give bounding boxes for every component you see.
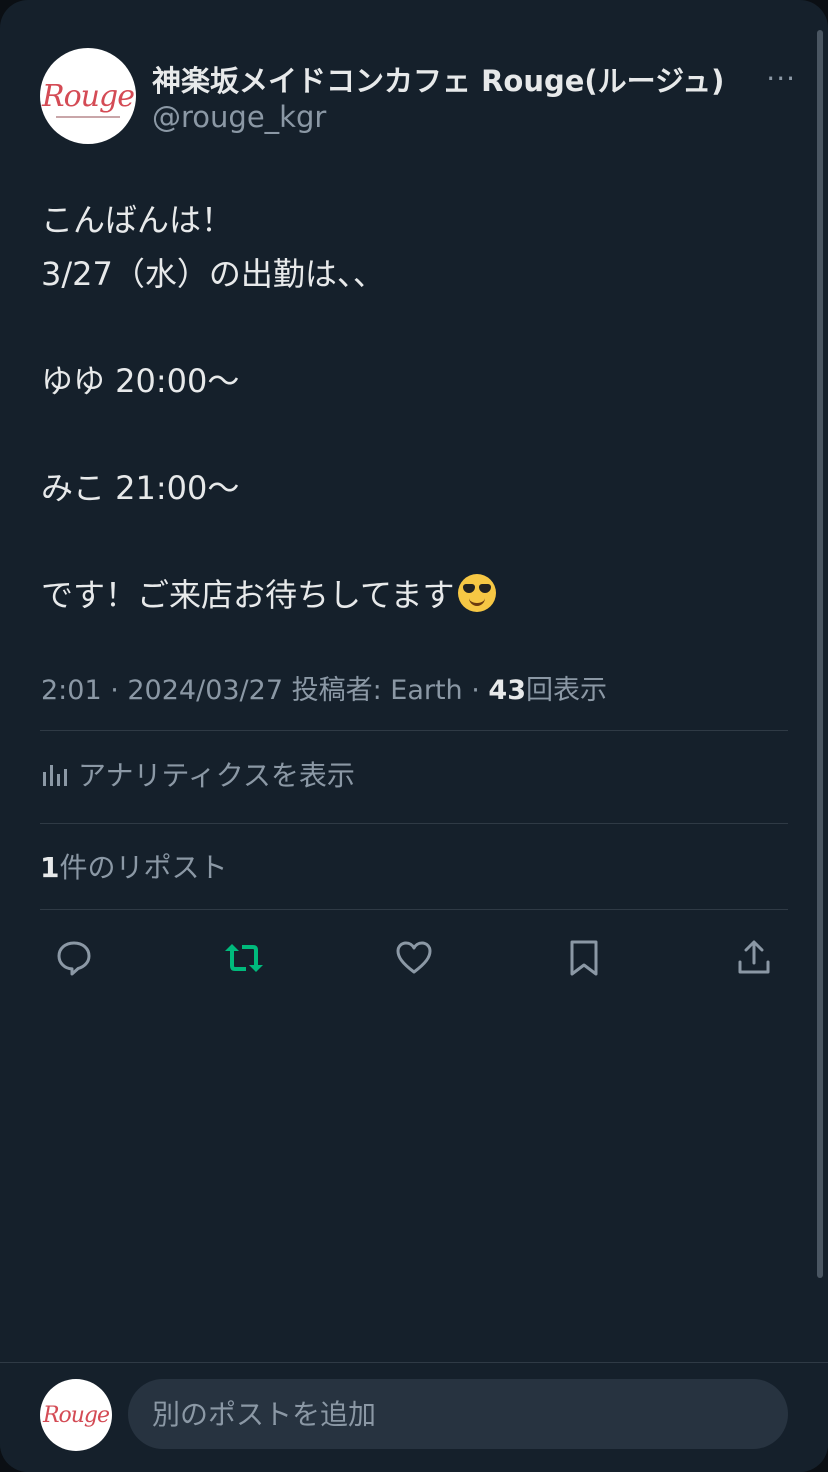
bookmark-button[interactable]	[554, 930, 614, 986]
repost-icon	[225, 944, 263, 972]
sunglasses-emoji-icon	[458, 573, 497, 612]
reply-button[interactable]	[44, 930, 104, 986]
compose-bar: Rouge	[0, 1362, 828, 1472]
analytics-label: アナリティクスを表示	[78, 759, 355, 792]
repost-button[interactable]	[214, 930, 274, 986]
avatar-underline	[56, 116, 120, 118]
post-body-line: こんばんは！	[41, 201, 234, 239]
post-detail-screen: Rouge 神楽坂メイドコンカフェ Rouge(ルージュ) @rouge_kgr…	[0, 0, 828, 1472]
repost-count: 1	[40, 851, 60, 884]
heart-icon	[396, 941, 432, 974]
user-handle[interactable]: @rouge_kgr	[152, 100, 326, 134]
view-count: 43	[488, 675, 526, 706]
share-button[interactable]	[724, 930, 784, 986]
post-body-line	[41, 408, 788, 462]
display-name[interactable]: 神楽坂メイドコンカフェ Rouge(ルージュ)	[152, 58, 724, 100]
post-meta: 2:01 · 2024/03/27 投稿者: Earth · 43回表示	[41, 668, 607, 707]
post-body-line	[41, 515, 788, 569]
repost-count-link[interactable]: 1件のリポスト	[40, 846, 228, 886]
add-post-input[interactable]	[128, 1379, 788, 1449]
avatar[interactable]: Rouge	[40, 48, 136, 144]
divider	[40, 730, 788, 731]
post-body-text: です！ご来店お待ちしてます	[41, 575, 455, 614]
view-label: 回表示	[526, 675, 607, 706]
analytics-icon	[43, 765, 67, 786]
bookmark-icon	[570, 940, 598, 976]
compose-avatar[interactable]: Rouge	[40, 1379, 112, 1451]
avatar-logo: Rouge	[42, 78, 135, 114]
timestamp[interactable]: 2:01 · 2024/03/27 投稿者: Earth ·	[41, 675, 488, 706]
post-header: Rouge 神楽坂メイドコンカフェ Rouge(ルージュ) @rouge_kgr…	[40, 48, 798, 148]
post-body-line	[41, 301, 788, 355]
repost-label: 件のリポスト	[59, 851, 228, 884]
analytics-link[interactable]: アナリティクスを表示	[40, 754, 355, 794]
post-body-line: ゆゆ 20:00～	[41, 361, 240, 400]
post-body-line: 3/27（水）の出勤は、、	[41, 254, 385, 293]
more-options-icon[interactable]: ···	[766, 62, 796, 95]
speech-bubble-icon	[57, 941, 91, 976]
compose-avatar-logo: Rouge	[42, 1402, 110, 1428]
post-body: こんばんは！ 3/27（水）の出勤は、、 ゆゆ 20:00～ みこ 21:00～…	[41, 194, 788, 622]
like-button[interactable]	[384, 930, 444, 986]
scrollbar[interactable]	[817, 30, 823, 1278]
divider	[40, 823, 788, 824]
post-body-line: みこ 21:00～	[41, 468, 240, 507]
action-bar	[44, 930, 784, 986]
post-body-line-last: です！ご来店お待ちしてます	[41, 569, 788, 623]
divider	[40, 909, 788, 910]
share-icon	[738, 940, 770, 974]
